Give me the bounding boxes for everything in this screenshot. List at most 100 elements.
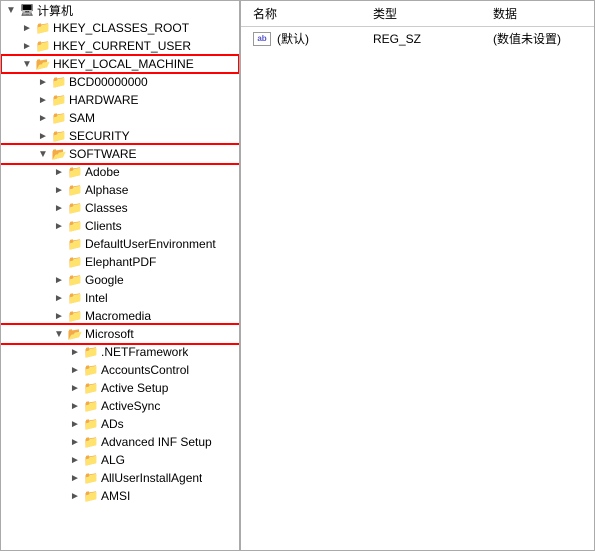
expand-classes[interactable]: ► xyxy=(51,203,67,214)
advancedinfsetup-row[interactable]: ► 📁 Advanced INF Setup xyxy=(1,433,239,451)
expand-hklm[interactable]: ▼ xyxy=(19,59,35,70)
netframework-label: .NETFramework xyxy=(101,345,188,359)
tree-item-software: ▼ 📂 SOFTWARE ► 📁 xyxy=(1,145,239,505)
expand-clients[interactable]: ► xyxy=(51,221,67,232)
expand-hardware[interactable]: ► xyxy=(35,95,51,106)
computer-icon: 🖥 xyxy=(19,3,35,17)
folder-elephantpdf: 📁 xyxy=(67,255,83,269)
detail-panel: 名称 类型 数据 ab (默认) REG_SZ (数值未设置) xyxy=(241,1,594,550)
expand-computer[interactable]: ▼ xyxy=(3,5,19,16)
folder-intel: 📁 xyxy=(67,291,83,305)
tree-panel[interactable]: ▼ 🖥 计算机 ► 📁 HKEY_CLASSES_ROOT xyxy=(1,1,241,550)
sam-label: SAM xyxy=(69,111,95,125)
activesetup-row[interactable]: ► 📁 Active Setup xyxy=(1,379,239,397)
activesync-row[interactable]: ► 📁 ActiveSync xyxy=(1,397,239,415)
tree-item-alphase: ► 📁 Alphase xyxy=(1,181,239,199)
col-header-data: 数据 xyxy=(489,3,586,24)
expand-ads[interactable]: ► xyxy=(67,419,83,430)
folder-hklm: 📂 xyxy=(35,57,51,71)
classes-row[interactable]: ► 📁 Classes xyxy=(1,199,239,217)
hkcr-row[interactable]: ► 📁 HKEY_CLASSES_ROOT xyxy=(1,19,239,37)
tree-item-google: ► 📁 Google xyxy=(1,271,239,289)
ads-row[interactable]: ► 📁 ADs xyxy=(1,415,239,433)
folder-alg: 📁 xyxy=(83,453,99,467)
row-data: (数值未设置) xyxy=(489,29,586,48)
adobe-label: Adobe xyxy=(85,165,120,179)
expand-amsi[interactable]: ► xyxy=(67,491,83,502)
due-row[interactable]: ► 📁 DefaultUserEnvironment xyxy=(1,235,239,253)
adobe-row[interactable]: ► 📁 Adobe xyxy=(1,163,239,181)
expand-security[interactable]: ► xyxy=(35,131,51,142)
hkcu-row[interactable]: ► 📁 HKEY_CURRENT_USER xyxy=(1,37,239,55)
folder-hardware: 📁 xyxy=(51,93,67,107)
folder-activesync: 📁 xyxy=(83,399,99,413)
folder-google: 📁 xyxy=(67,273,83,287)
expand-activesetup[interactable]: ► xyxy=(67,383,83,394)
macromedia-row[interactable]: ► 📁 Macromedia xyxy=(1,307,239,325)
activesync-label: ActiveSync xyxy=(101,399,160,413)
expand-alluserinstallagent[interactable]: ► xyxy=(67,473,83,484)
bcd-row[interactable]: ► 📁 BCD00000000 xyxy=(1,73,239,91)
hklm-row[interactable]: ▼ 📂 HKEY_LOCAL_MACHINE xyxy=(1,55,239,73)
software-children: ► 📁 Adobe ► xyxy=(1,163,239,505)
advancedinfsetup-label: Advanced INF Setup xyxy=(101,435,212,449)
expand-alphase[interactable]: ► xyxy=(51,185,67,196)
hardware-row[interactable]: ► 📁 HARDWARE xyxy=(1,91,239,109)
elephantpdf-row[interactable]: ► 📁 ElephantPDF xyxy=(1,253,239,271)
folder-sam: 📁 xyxy=(51,111,67,125)
expand-adobe[interactable]: ► xyxy=(51,167,67,178)
expand-alg[interactable]: ► xyxy=(67,455,83,466)
software-row[interactable]: ▼ 📂 SOFTWARE xyxy=(1,145,239,163)
computer-children: ► 📁 HKEY_CLASSES_ROOT ► 📁 HKEY_CURRENT_U… xyxy=(1,19,239,505)
macromedia-label: Macromedia xyxy=(85,309,151,323)
accountscontrol-row[interactable]: ► 📁 AccountsControl xyxy=(1,361,239,379)
expand-hkcu[interactable]: ► xyxy=(19,41,35,52)
tree-item-ads: ► 📁 ADs xyxy=(1,415,239,433)
folder-classes: 📁 xyxy=(67,201,83,215)
expand-accountscontrol[interactable]: ► xyxy=(67,365,83,376)
expand-software[interactable]: ▼ xyxy=(35,149,51,160)
folder-software: 📂 xyxy=(51,147,67,161)
tree-item-alluserinstallagent: ► 📁 AllUserInstallAgent xyxy=(1,469,239,487)
expand-netframework[interactable]: ► xyxy=(67,347,83,358)
computer-row[interactable]: ▼ 🖥 计算机 xyxy=(1,1,239,19)
folder-bcd: 📁 xyxy=(51,75,67,89)
security-row[interactable]: ► 📁 SECURITY xyxy=(1,127,239,145)
tree-item-activesetup: ► 📁 Active Setup xyxy=(1,379,239,397)
folder-alphase: 📁 xyxy=(67,183,83,197)
expand-intel[interactable]: ► xyxy=(51,293,67,304)
hklm-children: ► 📁 BCD00000000 ► 📁 HARDWARE xyxy=(1,73,239,505)
alg-label: ALG xyxy=(101,453,125,467)
alg-row[interactable]: ► 📁 ALG xyxy=(1,451,239,469)
folder-advancedinfsetup: 📁 xyxy=(83,435,99,449)
folder-microsoft: 📂 xyxy=(67,327,83,341)
microsoft-row[interactable]: ▼ 📂 Microsoft xyxy=(1,325,239,343)
expand-sam[interactable]: ► xyxy=(35,113,51,124)
hardware-label: HARDWARE xyxy=(69,93,139,107)
expand-microsoft[interactable]: ▼ xyxy=(51,329,67,340)
security-label: SECURITY xyxy=(69,129,130,143)
expand-macromedia[interactable]: ► xyxy=(51,311,67,322)
expand-bcd[interactable]: ► xyxy=(35,77,51,88)
alphase-row[interactable]: ► 📁 Alphase xyxy=(1,181,239,199)
intel-row[interactable]: ► 📁 Intel xyxy=(1,289,239,307)
expand-hkcr[interactable]: ► xyxy=(19,23,35,34)
expand-advancedinfsetup[interactable]: ► xyxy=(67,437,83,448)
sam-row[interactable]: ► 📁 SAM xyxy=(1,109,239,127)
bcd-label: BCD00000000 xyxy=(69,75,148,89)
tree-item-adobe: ► 📁 Adobe xyxy=(1,163,239,181)
clients-row[interactable]: ► 📁 Clients xyxy=(1,217,239,235)
alluserinstallagent-row[interactable]: ► 📁 AllUserInstallAgent xyxy=(1,469,239,487)
netframework-row[interactable]: ► 📁 .NETFramework xyxy=(1,343,239,361)
folder-macromedia: 📁 xyxy=(67,309,83,323)
row-name: ab (默认) xyxy=(249,29,369,48)
microsoft-label: Microsoft xyxy=(85,327,134,341)
detail-row-default[interactable]: ab (默认) REG_SZ (数值未设置) xyxy=(241,27,594,50)
row-name-text: (默认) xyxy=(277,30,309,47)
expand-google[interactable]: ► xyxy=(51,275,67,286)
amsi-row[interactable]: ► 📁 AMSI xyxy=(1,487,239,505)
expand-activesync[interactable]: ► xyxy=(67,401,83,412)
google-row[interactable]: ► 📁 Google xyxy=(1,271,239,289)
col-header-type: 类型 xyxy=(369,3,489,24)
registry-editor: ▼ 🖥 计算机 ► 📁 HKEY_CLASSES_ROOT xyxy=(0,0,595,551)
